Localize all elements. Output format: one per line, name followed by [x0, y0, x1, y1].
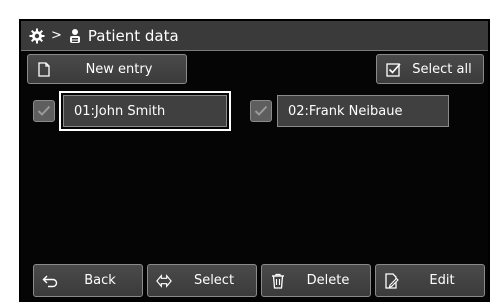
- patient-entry[interactable]: 01:John Smith: [63, 95, 227, 127]
- patient-name: 01:John Smith: [74, 103, 166, 119]
- select-all-button[interactable]: Select all: [376, 54, 484, 84]
- title-bar: > Patient data: [21, 21, 488, 51]
- patient-name: 02:Frank Neibaue: [288, 103, 403, 119]
- patient-entry[interactable]: 02:Frank Neibaue: [277, 95, 449, 127]
- new-entry-label: New entry: [85, 61, 153, 77]
- edit-icon: [384, 272, 400, 289]
- delete-button[interactable]: Delete: [261, 264, 371, 297]
- edit-label: Edit: [429, 273, 455, 288]
- delete-label: Delete: [306, 273, 350, 288]
- patient-icon: [68, 28, 82, 44]
- checkmark-icon: [37, 105, 51, 117]
- select-button[interactable]: Select: [147, 264, 257, 297]
- checkmark-icon: [254, 105, 268, 117]
- breadcrumb-separator: >: [51, 28, 62, 43]
- page-title: Patient data: [87, 26, 179, 45]
- document-icon: [36, 61, 52, 77]
- new-entry-button[interactable]: New entry: [27, 54, 187, 84]
- patient-checkbox[interactable]: [250, 100, 272, 122]
- checkbox-checked-icon: [385, 61, 401, 77]
- trash-icon: [270, 273, 286, 289]
- main-panel: > Patient data New entry Select all 01:J…: [19, 19, 490, 302]
- select-label: Select: [193, 273, 235, 288]
- back-label: Back: [84, 273, 116, 288]
- select-all-label: Select all: [412, 61, 472, 77]
- gear-icon[interactable]: [29, 28, 45, 44]
- edit-button[interactable]: Edit: [375, 264, 485, 297]
- patient-checkbox[interactable]: [33, 100, 55, 122]
- back-button[interactable]: Back: [33, 264, 143, 297]
- double-arrow-icon: [156, 273, 172, 289]
- return-arrow-icon: [42, 273, 58, 289]
